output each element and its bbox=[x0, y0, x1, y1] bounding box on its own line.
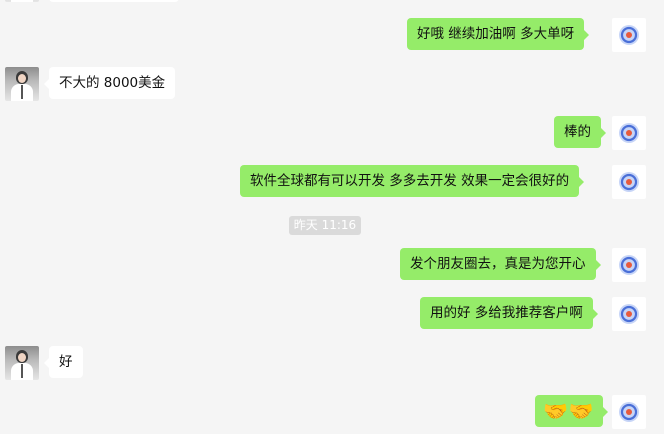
message-text: 好 bbox=[59, 354, 73, 370]
message-bubble-outgoing[interactable]: 发个朋友圈去，真是为您开心 bbox=[400, 248, 600, 280]
avatar-contact[interactable] bbox=[5, 67, 39, 101]
app-logo-icon bbox=[619, 255, 639, 275]
avatar-self[interactable] bbox=[612, 297, 646, 331]
message-text: 用的好 多给我推荐客户啊 bbox=[430, 305, 583, 321]
avatar-contact-partial[interactable] bbox=[5, 0, 39, 2]
handshake-emoji-icon: 🤝🤝 bbox=[543, 399, 595, 423]
avatar-self[interactable] bbox=[612, 116, 646, 150]
message-bubble-outgoing[interactable]: 好哦 继续加油啊 多大单呀 bbox=[407, 18, 590, 50]
avatar-self[interactable] bbox=[612, 18, 646, 52]
message-bubble-outgoing[interactable]: 用的好 多给我推荐客户啊 bbox=[420, 297, 598, 329]
message-bubble-outgoing[interactable]: 🤝🤝 bbox=[535, 395, 608, 427]
message-bubble-outgoing[interactable]: 软件全球都有可以开发 多多去开发 效果一定会很好的 bbox=[240, 165, 585, 197]
message-text: 软件全球都有可以开发 多多去开发 效果一定会很好的 bbox=[250, 173, 570, 189]
message-text: 好哦 继续加油啊 多大单呀 bbox=[417, 26, 575, 42]
app-logo-icon bbox=[619, 402, 639, 422]
message-text: 发个朋友圈去，真是为您开心 bbox=[410, 256, 586, 272]
avatar-self[interactable] bbox=[612, 248, 646, 282]
avatar-contact[interactable] bbox=[5, 346, 39, 380]
message-bubble-partial[interactable] bbox=[49, 0, 179, 2]
app-logo-icon bbox=[619, 123, 639, 143]
message-bubble-incoming[interactable]: 不大的 8000美金 bbox=[43, 67, 176, 99]
avatar-self[interactable] bbox=[612, 395, 646, 429]
message-bubble-incoming[interactable]: 好 bbox=[44, 346, 83, 378]
app-logo-icon bbox=[619, 172, 639, 192]
message-text: 不大的 8000美金 bbox=[59, 75, 166, 91]
app-logo-icon bbox=[619, 304, 639, 324]
avatar-self[interactable] bbox=[612, 165, 646, 199]
message-text: 棒的 bbox=[564, 124, 591, 140]
message-bubble-outgoing[interactable]: 棒的 bbox=[554, 116, 606, 148]
app-logo-icon bbox=[619, 25, 639, 45]
timestamp-label: 昨天 11:16 bbox=[289, 216, 361, 235]
